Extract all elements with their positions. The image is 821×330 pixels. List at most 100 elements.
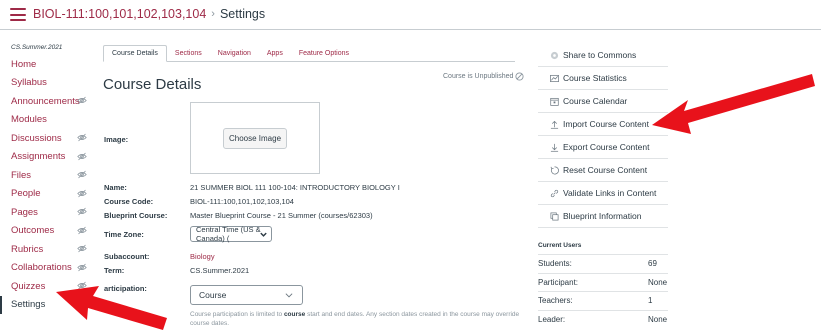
chevron-down-icon xyxy=(285,293,293,298)
user-role-count: None xyxy=(648,277,668,287)
current-users-row: Students: 69 xyxy=(538,254,668,273)
action-button-label: Reset Course Content xyxy=(563,165,648,175)
current-users-row: Leader: None xyxy=(538,309,668,329)
blueprint-information-button[interactable]: Blueprint Information xyxy=(538,205,668,228)
import-course-content-button[interactable]: Import Course Content xyxy=(538,113,668,136)
export-icon xyxy=(550,143,559,152)
sidebar-item-syllabus[interactable]: Syllabus xyxy=(0,74,92,93)
tab-navigation[interactable]: Navigation xyxy=(210,45,259,62)
course-statistics-button[interactable]: Course Statistics xyxy=(538,67,668,90)
breadcrumb-separator: › xyxy=(211,8,215,20)
user-role-label: Leader: xyxy=(538,314,566,324)
validate-links-in-content-button[interactable]: Validate Links in Content xyxy=(538,182,668,205)
sidebar-item-label: Outcomes xyxy=(11,225,55,237)
hidden-eye-icon xyxy=(77,244,87,253)
help-text-start: Course participation is limited to xyxy=(190,311,284,318)
hidden-eye-icon xyxy=(77,226,87,235)
course-code-label: Course Code: xyxy=(104,197,154,206)
tab-apps[interactable]: Apps xyxy=(259,45,291,62)
annotation-arrow-right xyxy=(652,74,815,134)
sidebar-item-assignments[interactable]: Assignments xyxy=(0,148,92,167)
action-button-label: Import Course Content xyxy=(563,119,649,129)
sidebar-item-label: Announcements xyxy=(11,95,80,107)
sidebar-item-rubrics[interactable]: Rubrics xyxy=(0,240,92,259)
current-users-heading: Current Users xyxy=(538,242,582,249)
blueprint-label: Blueprint Course: xyxy=(104,211,168,220)
hidden-eye-icon xyxy=(77,96,87,105)
sidebar-item-files[interactable]: Files xyxy=(0,166,92,185)
reset-icon xyxy=(550,166,559,175)
user-role-count: 1 xyxy=(648,296,653,306)
action-button-label: Course Calendar xyxy=(563,96,628,106)
tab-feature-options[interactable]: Feature Options xyxy=(291,45,357,62)
current-users-table: Students: 69 Participant: None Teachers: 1 Lea… xyxy=(538,254,668,328)
action-button-label: Blueprint Information xyxy=(563,211,642,221)
participation-select[interactable]: Course xyxy=(190,285,303,305)
sidebar-item-label: Collaborations xyxy=(11,262,72,274)
publish-status-text: Course is Unpublished xyxy=(443,73,514,80)
user-role-label: Participant: xyxy=(538,277,579,287)
top-header: BIOL-111:100,101,102,103,104 › Settings xyxy=(0,0,821,30)
import-icon xyxy=(550,120,559,129)
share-to-commons-button[interactable]: Share to Commons xyxy=(538,44,668,67)
sidebar-item-label: Syllabus xyxy=(11,77,47,89)
current-users-row: Teachers: 1 xyxy=(538,291,668,310)
course-calendar-button[interactable]: Course Calendar xyxy=(538,90,668,113)
sidebar-item-discussions[interactable]: Discussions xyxy=(0,129,92,148)
course-actions-sidebar: Share to Commons Course Statistics Course … xyxy=(538,44,668,228)
course-code-value: BIOL-111:100,101,102,103,104 xyxy=(190,197,294,206)
subaccount-link[interactable]: Biology xyxy=(190,252,215,261)
statistics-icon xyxy=(550,74,559,83)
hamburger-menu-icon[interactable] xyxy=(10,8,26,21)
sidebar-item-label: Pages xyxy=(11,206,38,218)
hidden-eye-icon xyxy=(77,170,87,179)
sidebar-item-collaborations[interactable]: Collaborations xyxy=(0,259,92,278)
participation-help-text: Course participation is limited to cours… xyxy=(190,310,520,328)
sidebar-item-label: Modules xyxy=(11,114,47,126)
timezone-label: Time Zone: xyxy=(104,230,144,239)
blueprint-icon xyxy=(550,212,559,221)
current-users-row: Participant: None xyxy=(538,272,668,292)
term-label: CS.Summer.2021 xyxy=(11,44,63,51)
timezone-select[interactable]: Central Time (US & Canada) ( xyxy=(190,225,272,243)
term-value: CS.Summer.2021 xyxy=(190,266,250,275)
sidebar-item-label: Settings xyxy=(11,299,46,311)
sidebar-item-label: Discussions xyxy=(11,132,62,144)
user-role-label: Teachers: xyxy=(538,296,573,306)
hidden-eye-icon xyxy=(77,152,87,161)
choose-image-button[interactable]: Choose Image xyxy=(223,128,287,149)
sidebar-item-settings[interactable]: Settings xyxy=(0,295,92,314)
help-text-bold: course xyxy=(283,311,306,318)
sidebar-item-label: Assignments xyxy=(11,151,66,163)
tab-sections[interactable]: Sections xyxy=(167,45,210,62)
unpublished-icon xyxy=(515,72,524,81)
participation-value: Course xyxy=(199,290,227,300)
sidebar-item-quizzes[interactable]: Quizzes xyxy=(0,277,92,296)
name-label: Name: xyxy=(104,183,127,192)
sidebar-item-modules[interactable]: Modules xyxy=(0,111,92,130)
sidebar-item-label: Files xyxy=(11,169,32,181)
export-course-content-button[interactable]: Export Course Content xyxy=(538,136,668,159)
sidebar-item-announcements[interactable]: Announcements xyxy=(0,92,92,111)
blueprint-value: Master Blueprint Course - 21 Summer (cou… xyxy=(190,211,373,220)
action-button-label: Export Course Content xyxy=(563,142,650,152)
breadcrumb-course-link[interactable]: BIOL-111:100,101,102,103,104 xyxy=(33,7,206,21)
term-field-label: Term: xyxy=(104,266,125,275)
user-role-count: 69 xyxy=(648,259,657,269)
reset-course-content-button[interactable]: Reset Course Content xyxy=(538,159,668,182)
action-button-label: Share to Commons xyxy=(563,50,637,60)
link-icon xyxy=(550,189,559,198)
course-name-value: 21 SUMMER BIOL 111 100-104: INTRODUCTORY… xyxy=(190,183,400,192)
sidebar-item-label: Rubrics xyxy=(11,243,44,255)
image-label: Image: xyxy=(104,135,129,144)
sidebar-item-outcomes[interactable]: Outcomes xyxy=(0,222,92,241)
course-navigation: Home Syllabus Announcements Modules Discussi… xyxy=(0,55,92,314)
sidebar-item-label: Home xyxy=(11,58,37,70)
tab-course-details[interactable]: Course Details xyxy=(103,45,167,62)
page-title: Course Details xyxy=(103,76,202,93)
hidden-eye-icon xyxy=(77,207,87,216)
sidebar-item-label: Quizzes xyxy=(11,280,46,292)
sidebar-item-home[interactable]: Home xyxy=(0,55,92,74)
sidebar-item-people[interactable]: People xyxy=(0,185,92,204)
sidebar-item-pages[interactable]: Pages xyxy=(0,203,92,222)
